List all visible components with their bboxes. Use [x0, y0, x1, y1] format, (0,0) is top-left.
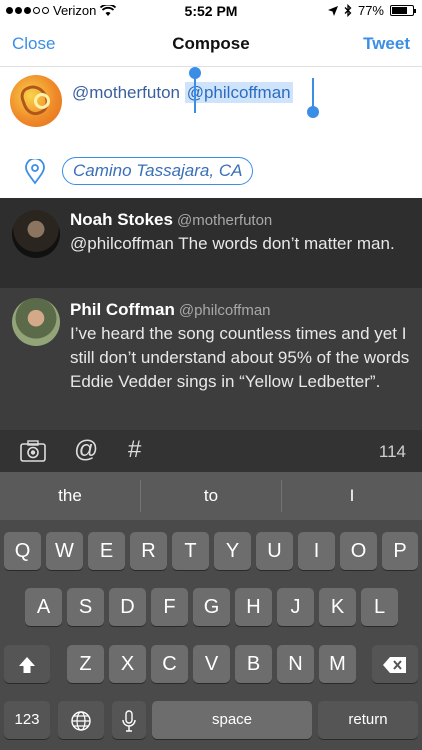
character-count: 114	[378, 442, 406, 461]
key-r[interactable]: R	[130, 532, 167, 570]
key-b[interactable]: B	[235, 645, 272, 683]
key-a[interactable]: A	[25, 588, 62, 626]
suggestion-item[interactable]: to	[141, 472, 281, 520]
conversation-timeline: Noah Stokes @motherfuton @philcoffman The…	[0, 198, 422, 430]
globe-icon	[71, 711, 91, 731]
author-name: Phil Coffman	[70, 300, 175, 319]
avatar	[12, 298, 60, 346]
key-p[interactable]: P	[382, 532, 418, 570]
camera-icon[interactable]	[20, 440, 46, 462]
dictation-key[interactable]	[112, 701, 146, 739]
tweet-button[interactable]: Tweet	[363, 34, 410, 54]
key-l[interactable]: L	[361, 588, 398, 626]
tweet-author: Noah Stokes @motherfuton	[70, 210, 272, 230]
hashtag-button[interactable]: #	[128, 436, 141, 464]
location-tag[interactable]: Camino Tassajara, CA	[62, 157, 254, 185]
compose-text-field[interactable]: @motherfuton @philcoffman	[72, 82, 293, 103]
battery-icon	[390, 5, 416, 16]
tweet-text: @philcoffman The words don’t matter man.	[70, 234, 395, 253]
key-f[interactable]: F	[151, 588, 188, 626]
key-d[interactable]: D	[109, 588, 146, 626]
key-i[interactable]: I	[298, 532, 335, 570]
delete-key[interactable]	[372, 645, 418, 683]
page-title: Compose	[172, 34, 250, 53]
key-m[interactable]: M	[319, 645, 356, 683]
return-key[interactable]: return	[318, 701, 418, 739]
navigation-bar: Close Compose Tweet	[0, 22, 422, 67]
key-k[interactable]: K	[319, 588, 356, 626]
key-x[interactable]: X	[109, 645, 146, 683]
suggestion-item[interactable]: the	[0, 472, 140, 520]
mention-text: @motherfuton	[72, 83, 180, 102]
key-u[interactable]: U	[256, 532, 293, 570]
status-right: 77%	[327, 3, 416, 18]
key-s[interactable]: S	[67, 588, 104, 626]
key-n[interactable]: N	[277, 645, 314, 683]
key-y[interactable]: Y	[214, 532, 251, 570]
tweet-text: I’ve heard the song countless times and …	[70, 324, 410, 391]
key-v[interactable]: V	[193, 645, 230, 683]
space-key[interactable]: space	[152, 701, 312, 739]
avatar	[10, 75, 62, 127]
key-e[interactable]: E	[88, 532, 125, 570]
key-q[interactable]: Q	[4, 532, 41, 570]
mention-button[interactable]: @	[74, 436, 98, 464]
selection-handle-start[interactable]	[189, 67, 201, 113]
key-j[interactable]: J	[277, 588, 314, 626]
key-h[interactable]: H	[235, 588, 272, 626]
selected-mention-text[interactable]: @philcoffman	[184, 82, 293, 103]
shift-icon	[19, 656, 35, 673]
tweet-author: Phil Coffman @philcoffman	[70, 300, 271, 320]
key-o[interactable]: O	[340, 532, 377, 570]
bluetooth-icon	[344, 4, 352, 17]
shift-key[interactable]	[4, 645, 50, 683]
key-w[interactable]: W	[46, 532, 83, 570]
battery-percent: 77%	[357, 3, 384, 18]
predictive-text-bar: the to I	[0, 472, 422, 520]
microphone-icon	[122, 710, 136, 732]
compose-toolbar: @ # 114	[0, 430, 422, 472]
suggestion-item[interactable]: I	[282, 472, 422, 520]
author-handle: @motherfuton	[176, 212, 273, 229]
status-bar: Verizon 5:52 PM 77%	[0, 0, 422, 22]
location-pin-icon[interactable]	[24, 159, 46, 185]
numbers-key[interactable]: 123	[4, 701, 50, 739]
author-handle: @philcoffman	[178, 302, 271, 319]
key-c[interactable]: C	[151, 645, 188, 683]
key-t[interactable]: T	[172, 532, 209, 570]
key-z[interactable]: Z	[67, 645, 104, 683]
tweet-item[interactable]: Noah Stokes @motherfuton @philcoffman The…	[0, 198, 422, 288]
location-services-icon	[327, 5, 338, 16]
globe-key[interactable]	[58, 701, 104, 739]
key-g[interactable]: G	[193, 588, 230, 626]
avatar	[12, 210, 60, 258]
delete-icon	[383, 656, 406, 673]
selection-handle-end[interactable]	[307, 78, 319, 118]
author-name: Noah Stokes	[70, 210, 173, 229]
tweet-item[interactable]: Phil Coffman @philcoffman I’ve heard the …	[0, 288, 422, 430]
keyboard: Q W E R T Y U I O P A S D F G H J K L Z …	[0, 520, 422, 750]
